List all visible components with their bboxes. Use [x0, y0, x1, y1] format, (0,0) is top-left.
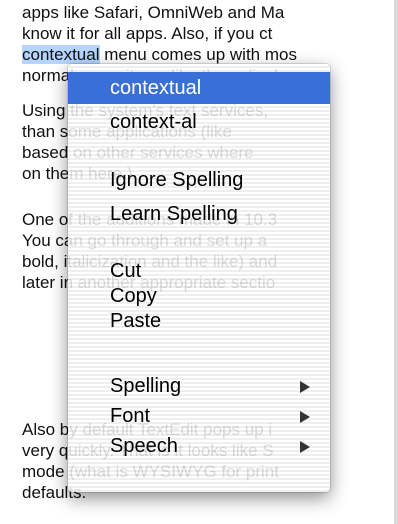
- submenu-arrow-icon: [300, 441, 310, 453]
- context-menu: contextual context-al Ignore Spelling Le…: [68, 64, 330, 492]
- menu-item-spelling[interactable]: Spelling: [68, 370, 330, 402]
- menu-item-ignore-spelling[interactable]: Ignore Spelling: [68, 164, 330, 196]
- menu-item-suggestion-contextual[interactable]: contextual: [68, 72, 330, 104]
- window-edge: [394, 0, 398, 524]
- menu-item-paste[interactable]: Paste: [68, 305, 330, 337]
- menu-item-label: Font: [110, 405, 151, 427]
- text-line-with-selection: contextual menu comes up with mos: [22, 45, 297, 64]
- text-line: know it for all apps. Also, if you ct: [22, 24, 273, 43]
- submenu-arrow-icon: [300, 411, 310, 423]
- menu-item-label: Spelling: [110, 375, 182, 397]
- menu-item-font[interactable]: Font: [68, 400, 330, 432]
- submenu-arrow-icon: [300, 381, 310, 393]
- menu-item-speech[interactable]: Speech: [68, 430, 330, 462]
- menu-item-suggestion-context-al[interactable]: context-al: [68, 106, 330, 138]
- menu-item-label: Speech: [110, 435, 178, 457]
- text-line: apps like Safari, OmniWeb and Ma: [22, 3, 285, 22]
- menu-item-learn-spelling[interactable]: Learn Spelling: [68, 198, 330, 230]
- selected-word: contextual: [22, 45, 100, 64]
